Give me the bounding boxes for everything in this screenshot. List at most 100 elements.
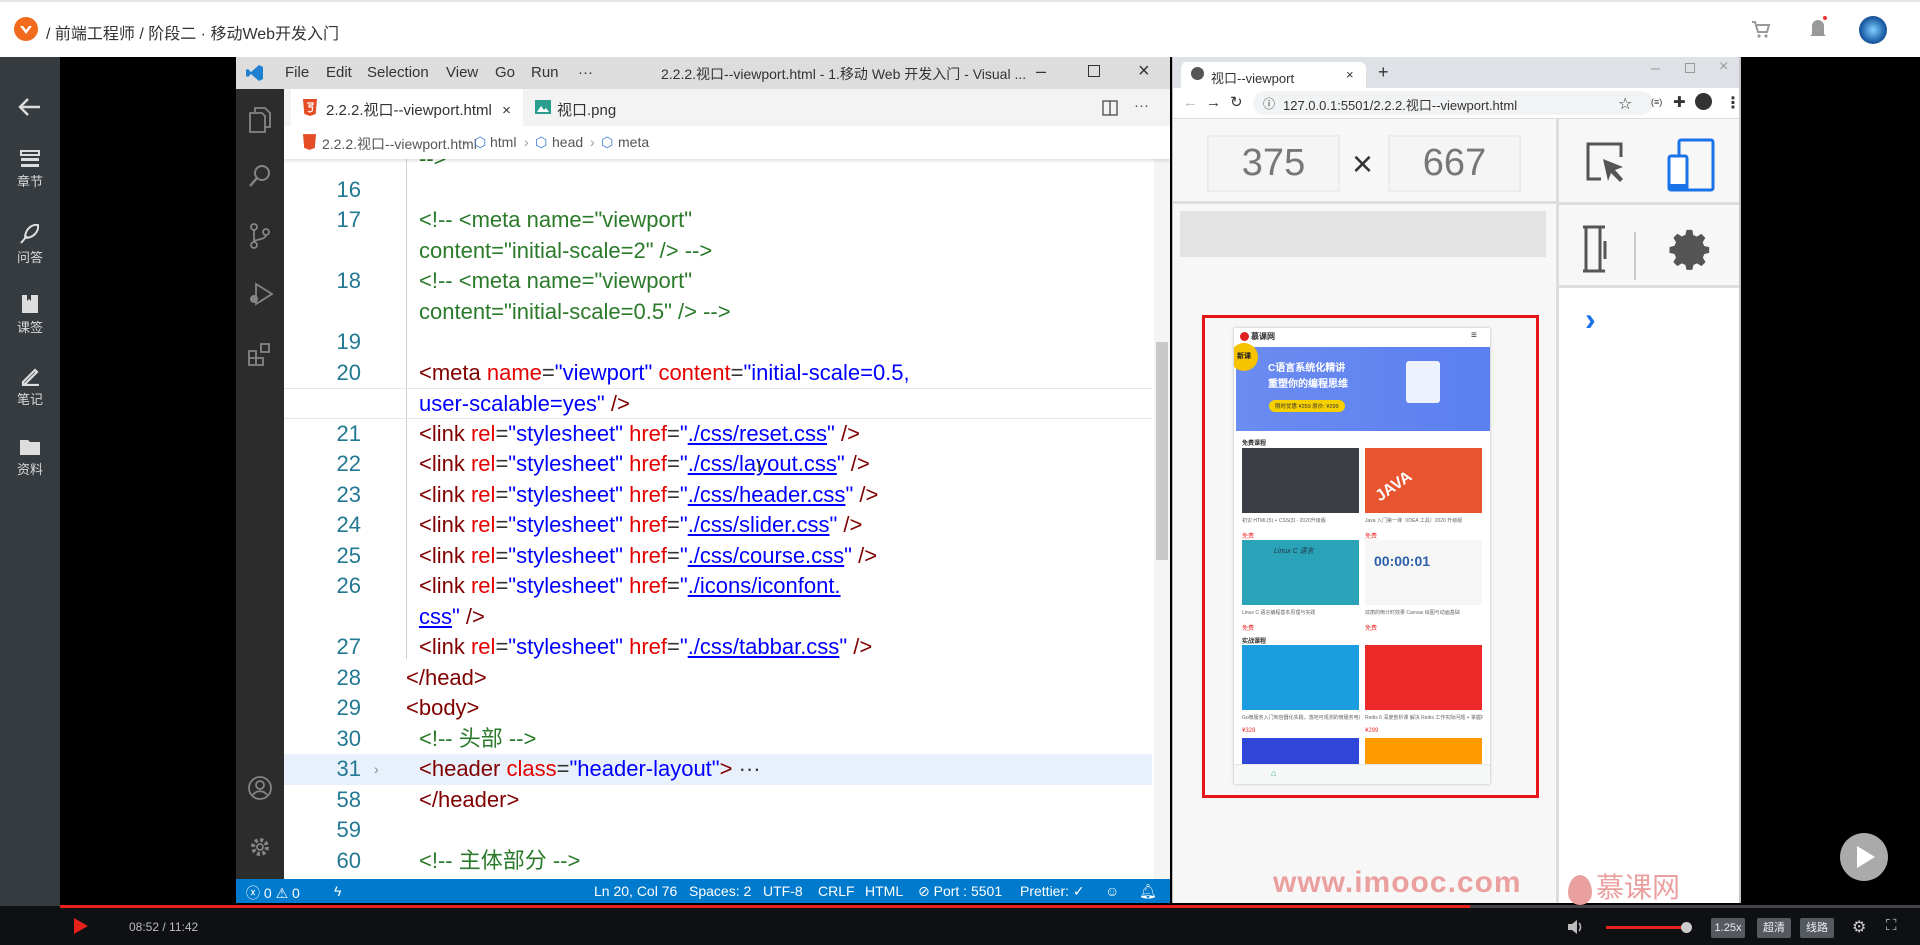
more-actions-icon[interactable]: ··· — [1134, 97, 1149, 114]
menu-file[interactable]: File — [285, 64, 309, 81]
route-button[interactable]: 线路 — [1800, 918, 1834, 938]
sidebar-item-materials[interactable]: 资料 — [0, 438, 60, 478]
course-thumbnail[interactable] — [1242, 448, 1359, 513]
mobile-viewport-preview[interactable]: 慕课网 ≡ 新课 C语言系统化精讲 重塑你的编程思维 限时优惠 ¥259 原价:… — [1234, 328, 1490, 784]
code-line[interactable]: 22 <link rel="stylesheet" href="./css/lay… — [284, 449, 1152, 480]
sidebar-item-bookmarks[interactable]: 课签 — [0, 294, 60, 336]
live-share-icon[interactable]: ϟ — [334, 883, 341, 899]
editor-scrollbar[interactable] — [1154, 159, 1170, 879]
console-chevron-icon[interactable]: › — [1585, 301, 1596, 338]
bell-icon[interactable] — [1808, 16, 1828, 40]
hamburger-menu-icon[interactable]: ≡ — [1471, 330, 1477, 341]
code-line[interactable]: 23 <link rel="stylesheet" href="./css/hea… — [284, 480, 1152, 511]
play-icon[interactable] — [74, 918, 88, 934]
menu-more[interactable]: ··· — [578, 64, 593, 81]
address-bar[interactable]: ⓘ 127.0.0.1:5501/2.2.2.视口--viewport.html — [1253, 91, 1653, 115]
player-settings-icon[interactable]: ⚙ — [1852, 917, 1866, 937]
browser-maximize-button[interactable] — [1685, 63, 1695, 73]
code-line[interactable]: 60 <!-- 主体部分 --> — [284, 846, 1152, 877]
course-caption[interactable]: Go微服务入门到容器化实践，落地可观测的微服务电商项目 — [1242, 714, 1360, 721]
settings-gear-icon[interactable] — [1667, 227, 1713, 273]
minimize-button[interactable]: – — [1036, 61, 1046, 82]
code-line[interactable]: user-scalable=yes" /> — [284, 388, 1152, 419]
sidebar-item-qa[interactable]: 问答 — [0, 222, 60, 266]
code-line[interactable]: 18 <!-- <meta name="viewport" — [284, 266, 1152, 297]
tab-close-icon[interactable]: × — [502, 102, 511, 119]
source-control-icon[interactable] — [248, 223, 272, 249]
course-caption[interactable]: 初识 HTML(5) + CSS(3) - 2020升级版 — [1242, 517, 1326, 524]
cast-icon[interactable]: (≡) — [1651, 97, 1662, 107]
course-caption[interactable]: 炫丽的倒计时效果 Canvas 绘图与动画基础 — [1365, 609, 1460, 616]
viewport-height-field[interactable]: 667 — [1388, 135, 1521, 192]
account-icon[interactable] — [248, 776, 272, 800]
viewport-width-field[interactable]: 375 — [1207, 135, 1340, 192]
fold-chevron-icon[interactable]: › — [374, 754, 379, 785]
menu-edit[interactable]: Edit — [326, 64, 352, 81]
prettier-status[interactable]: Prettier: ✓ — [1020, 883, 1085, 900]
new-tab-button[interactable]: + — [1378, 62, 1389, 83]
sidebar-item-notes[interactable]: 笔记 — [0, 366, 60, 408]
tab-viewport-html[interactable]: 2.2.2.视口--viewport.html × — [291, 89, 523, 126]
sidebar-item-chapters[interactable]: 章节 — [0, 150, 60, 190]
volume-slider[interactable] — [1606, 922, 1692, 933]
browser-minimize-button[interactable]: – — [1651, 60, 1660, 78]
cursor-position[interactable]: Ln 20, Col 76 — [594, 883, 677, 899]
maximize-button[interactable] — [1088, 65, 1100, 77]
split-editor-icon[interactable] — [1102, 100, 1118, 116]
manage-gear-icon[interactable] — [248, 835, 272, 859]
code-line[interactable]: --> — [284, 159, 1152, 175]
back-icon[interactable]: ← — [1183, 94, 1198, 111]
live-server-port[interactable]: ⊘ Port : 5501 — [918, 883, 1002, 900]
eol-status[interactable]: CRLF — [818, 883, 855, 899]
feedback-icon[interactable]: ☺ — [1105, 883, 1119, 899]
run-debug-icon[interactable] — [248, 282, 274, 306]
big-play-button[interactable] — [1840, 833, 1888, 881]
search-icon[interactable] — [248, 164, 272, 188]
close-button[interactable]: × — [1138, 60, 1150, 83]
cart-icon[interactable] — [1751, 20, 1771, 40]
code-line[interactable]: 27 <link rel="stylesheet" href="./css/tab… — [284, 632, 1152, 663]
dock-side-icon[interactable] — [1581, 225, 1607, 273]
bookmark-star-icon[interactable]: ☆ — [1618, 94, 1632, 114]
breadcrumb-html[interactable]: html — [490, 134, 516, 150]
tab-viewport-png[interactable]: 视口.png — [535, 89, 616, 126]
code-line[interactable]: content="initial-scale=2" /> --> — [284, 236, 1152, 267]
volume-knob[interactable] — [1681, 922, 1692, 933]
course-thumbnail[interactable] — [1365, 540, 1482, 605]
breadcrumb-meta[interactable]: meta — [618, 134, 649, 150]
forward-icon[interactable]: → — [1206, 94, 1221, 111]
explorer-icon[interactable] — [248, 107, 272, 133]
extensions-icon[interactable] — [248, 343, 272, 367]
device-toolbar-icon[interactable] — [1667, 138, 1715, 192]
tabbar-home-icon[interactable]: ⌂ — [1271, 768, 1276, 778]
course-thumbnail[interactable] — [1365, 645, 1482, 710]
progress-track[interactable] — [60, 905, 1920, 908]
speed-button[interactable]: 1.25x — [1711, 918, 1745, 938]
menu-go[interactable]: Go — [495, 64, 515, 81]
volume-icon[interactable] — [1568, 920, 1584, 934]
promo-banner[interactable]: 新课 C语言系统化精讲 重塑你的编程思维 限时优惠 ¥259 原价: ¥299 — [1234, 343, 1490, 431]
code-line[interactable]: 31 › <header class="header-layout"> ··· — [284, 754, 1152, 785]
code-line[interactable]: content="initial-scale=0.5" /> --> — [284, 297, 1152, 328]
code-line[interactable]: 16 — [284, 175, 1152, 206]
code-line[interactable]: 28 </head> — [284, 663, 1152, 694]
indentation-status[interactable]: Spaces: 2 — [689, 883, 751, 899]
info-icon[interactable]: ⓘ — [1263, 95, 1275, 112]
quality-button[interactable]: 超清 — [1757, 918, 1791, 938]
encoding-status[interactable]: UTF-8 — [763, 883, 803, 899]
scrollbar-thumb[interactable] — [1156, 342, 1168, 560]
breadcrumb[interactable]: / 前端工程师 / 阶段二 · 移动Web开发入门 — [46, 20, 339, 44]
menu-selection[interactable]: Selection — [367, 64, 429, 81]
code-line[interactable]: 19 — [284, 327, 1152, 358]
inspect-element-icon[interactable] — [1585, 141, 1629, 187]
code-line[interactable]: 17 <!-- <meta name="viewport" — [284, 205, 1152, 236]
code-line[interactable]: 24 <link rel="stylesheet" href="./css/sli… — [284, 510, 1152, 541]
notifications-bell-icon[interactable]: 🔔︎ — [1139, 883, 1157, 900]
course-thumbnail[interactable] — [1242, 645, 1359, 710]
course-caption[interactable]: Redis 6 深度剖析课 解决 Redis 工作实际问题 + 掌握Redis … — [1365, 714, 1483, 721]
avatar[interactable] — [1859, 16, 1887, 44]
code-line[interactable]: 59 — [284, 815, 1152, 846]
code-line[interactable]: 25 <link rel="stylesheet" href="./css/cou… — [284, 541, 1152, 572]
extensions-puzzle-icon[interactable]: ✚ — [1673, 93, 1686, 111]
problems-status[interactable]: ⓧ 0 ⚠ 0 — [246, 883, 300, 903]
